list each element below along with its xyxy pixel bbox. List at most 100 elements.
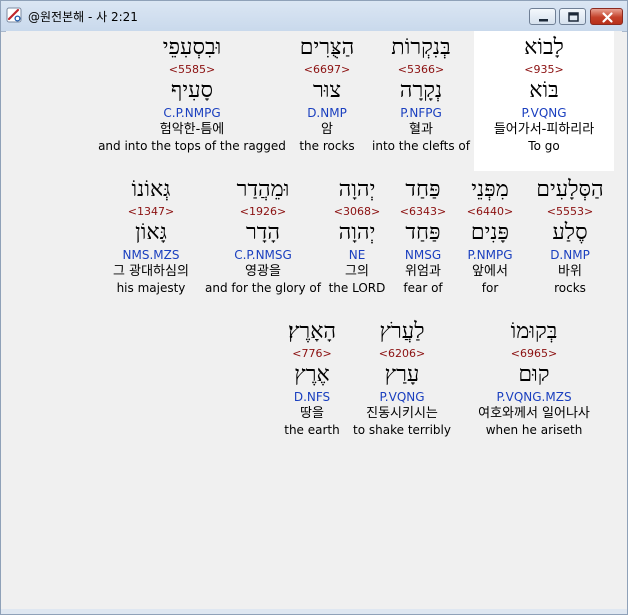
lemma: סָעִיף <box>170 78 214 103</box>
word-entry[interactable]: לַעֲרֹץ <6206> עָרַץ P.VQNG 진동시키시는 to shake t… <box>350 315 454 451</box>
morphology-code: P.VQNG <box>379 390 425 404</box>
close-icon <box>602 12 613 23</box>
korean-gloss: 땅을 <box>300 406 324 421</box>
english-gloss: his majesty <box>116 281 186 295</box>
hebrew-word: בְּנִקְרוֹת <box>391 35 451 60</box>
strong-number: <6440> <box>466 205 514 218</box>
strong-number: <935> <box>524 63 564 76</box>
word-entry[interactable]: הַסְּלָעִים <5553> סֶלַע D.NMP 바위 rocks <box>526 173 614 309</box>
english-gloss: fear of <box>403 281 443 295</box>
morphology-code: NMSG <box>404 248 442 262</box>
morphology-code: D.NMP <box>307 106 347 120</box>
morphology-code: D.NMP <box>550 248 590 262</box>
korean-gloss: 진동시키시는 <box>366 406 438 421</box>
lemma: קוּם <box>518 362 550 387</box>
hebrew-word: פַּחַד <box>405 177 441 202</box>
hebrew-word: בְּקוּמוֹ <box>510 319 558 344</box>
word-entry[interactable]: הָאָרֶץ׃ <776> אֶרֶץ D.NFS 땅을 the earth <box>274 315 350 451</box>
lemma: צוּר <box>313 78 341 103</box>
lemma: בּוֹא <box>529 78 559 103</box>
word-entry[interactable]: לָבוֹא <935> בּוֹא P.VQNG 들어가서-피하리라 To go <box>474 31 614 171</box>
english-gloss: the earth <box>284 423 340 437</box>
strong-number: <1347> <box>127 205 175 218</box>
morphology-code: P.NFPG <box>400 106 442 120</box>
app-logo-icon <box>6 7 22 23</box>
strong-number: <1926> <box>239 205 287 218</box>
english-gloss: for <box>481 281 499 295</box>
verse-words: לָבוֹא <935> בּוֹא P.VQNG 들어가서-피하리라 To go בְּנ… <box>6 31 622 609</box>
strong-number: <6697> <box>303 63 351 76</box>
korean-gloss: 앞에서 <box>472 264 508 279</box>
hebrew-word: יְהוָה <box>338 177 376 202</box>
hebrew-word: וּמֵהֲדַר <box>236 177 290 202</box>
morphology-code: C.P.NMSG <box>234 248 292 262</box>
minimize-icon <box>539 19 548 22</box>
korean-gloss: 여호와께서 일어나사 <box>478 406 590 421</box>
lemma: נְקָרָה <box>399 78 443 103</box>
korean-gloss: 영광을 <box>245 264 281 279</box>
word-entry[interactable]: וּמֵהֲדַר <1926> הָדָר C.P.NMSG 영광을 and for t… <box>204 173 322 309</box>
strong-number: <6206> <box>378 347 426 360</box>
korean-gloss: 암 <box>321 122 333 137</box>
morphology-code: P.VQNG.MZS <box>496 390 572 404</box>
korean-gloss: 혈과 <box>409 122 433 137</box>
hebrew-word: הַצֻּרִים <box>299 35 355 60</box>
english-gloss: when he ariseth <box>485 423 583 437</box>
lemma: יְהוָה <box>338 220 376 245</box>
hebrew-word: לַעֲרֹץ <box>379 319 425 344</box>
strong-number: <5553> <box>546 205 594 218</box>
english-gloss: into the clefts of <box>372 139 470 153</box>
hebrew-word: גְּאוֹנוֹ <box>131 177 171 202</box>
word-entry[interactable]: מִפְּנֵי <6440> פָּנִים P.NMPG 앞에서 for <box>454 173 526 309</box>
english-gloss: to shake terribly <box>353 423 451 437</box>
window-title: @원전본해 - 사 2:21 <box>28 10 138 24</box>
morphology-code: NMS.MZS <box>122 248 180 262</box>
lemma: פַּחַד <box>405 220 441 245</box>
english-gloss: rocks <box>554 281 586 295</box>
hebrew-word: מִפְּנֵי <box>471 177 509 202</box>
english-gloss: the rocks <box>299 139 355 153</box>
korean-gloss: 바위 <box>558 264 582 279</box>
korean-gloss: 그 광대하심의 <box>113 264 189 279</box>
english-gloss: and into the tops of the ragged <box>98 139 286 153</box>
strong-number: <5366> <box>397 63 445 76</box>
hebrew-word: וּבִסְעִפֵי <box>162 35 222 60</box>
restore-icon <box>568 12 579 22</box>
maximize-button[interactable] <box>559 8 586 25</box>
lemma: הָדָר <box>245 220 281 245</box>
title-bar[interactable]: @원전본해 - 사 2:21 <box>1 1 627 32</box>
word-entry[interactable]: בְּקוּמוֹ <6965> קוּם P.VQNG.MZS 여호와께서 일어나사 w… <box>454 315 614 451</box>
korean-gloss: 들어가서-피하리라 <box>493 122 595 137</box>
app-window: @원전본해 - 사 2:21 לָבוֹא <935> בּוֹא P.VQNG 들어가… <box>0 0 628 615</box>
strong-number: <3068> <box>333 205 381 218</box>
lemma: עָרַץ <box>384 362 420 387</box>
strong-number: <5585> <box>168 63 216 76</box>
strong-number: <6965> <box>510 347 558 360</box>
word-entry[interactable]: פַּחַד <6343> פַּחַד NMSG 위엄과 fear of <box>392 173 454 309</box>
strong-number: <776> <box>292 347 332 360</box>
close-button[interactable] <box>590 8 623 25</box>
korean-gloss: 그의 <box>345 264 369 279</box>
word-entry[interactable]: בְּנִקְרוֹת <5366> נְקָרָה P.NFPG 혈과 into the… <box>368 31 474 167</box>
lemma: אֶרֶץ <box>294 362 330 387</box>
window-bottom-border <box>1 609 627 614</box>
word-entry[interactable]: וּבִסְעִפֵי <5585> סָעִיף C.P.NMPG 험악한-틈에 and… <box>98 31 286 167</box>
lemma: גָּאוֹן <box>135 220 167 245</box>
english-gloss: and for the glory of <box>205 281 321 295</box>
english-gloss: the LORD <box>328 281 386 295</box>
hebrew-word: הַסְּלָעִים <box>536 177 604 202</box>
word-entry[interactable]: גְּאוֹנוֹ <1347> גָּאוֹן NMS.MZS 그 광대하심의 his … <box>98 173 204 309</box>
minimize-button[interactable] <box>529 8 556 25</box>
lemma: פָּנִים <box>470 220 510 245</box>
word-entry[interactable]: הַצֻּרִים <6697> צוּר D.NMP 암 the rocks <box>286 31 368 167</box>
hebrew-word: הָאָרֶץ׃ <box>287 319 337 344</box>
morphology-code: NE <box>348 248 366 262</box>
word-entry[interactable]: יְהוָה <3068> יְהוָה NE 그의 the LORD <box>322 173 392 309</box>
strong-number: <6343> <box>399 205 447 218</box>
morphology-code: D.NFS <box>293 390 331 404</box>
interlinear-view[interactable]: לָבוֹא <935> בּוֹא P.VQNG 들어가서-피하리라 To go בְּנ… <box>6 31 622 609</box>
lemma: סֶלַע <box>552 220 588 245</box>
korean-gloss: 위엄과 <box>405 264 441 279</box>
hebrew-word: לָבוֹא <box>524 35 564 60</box>
korean-gloss: 험악한-틈에 <box>159 122 225 137</box>
